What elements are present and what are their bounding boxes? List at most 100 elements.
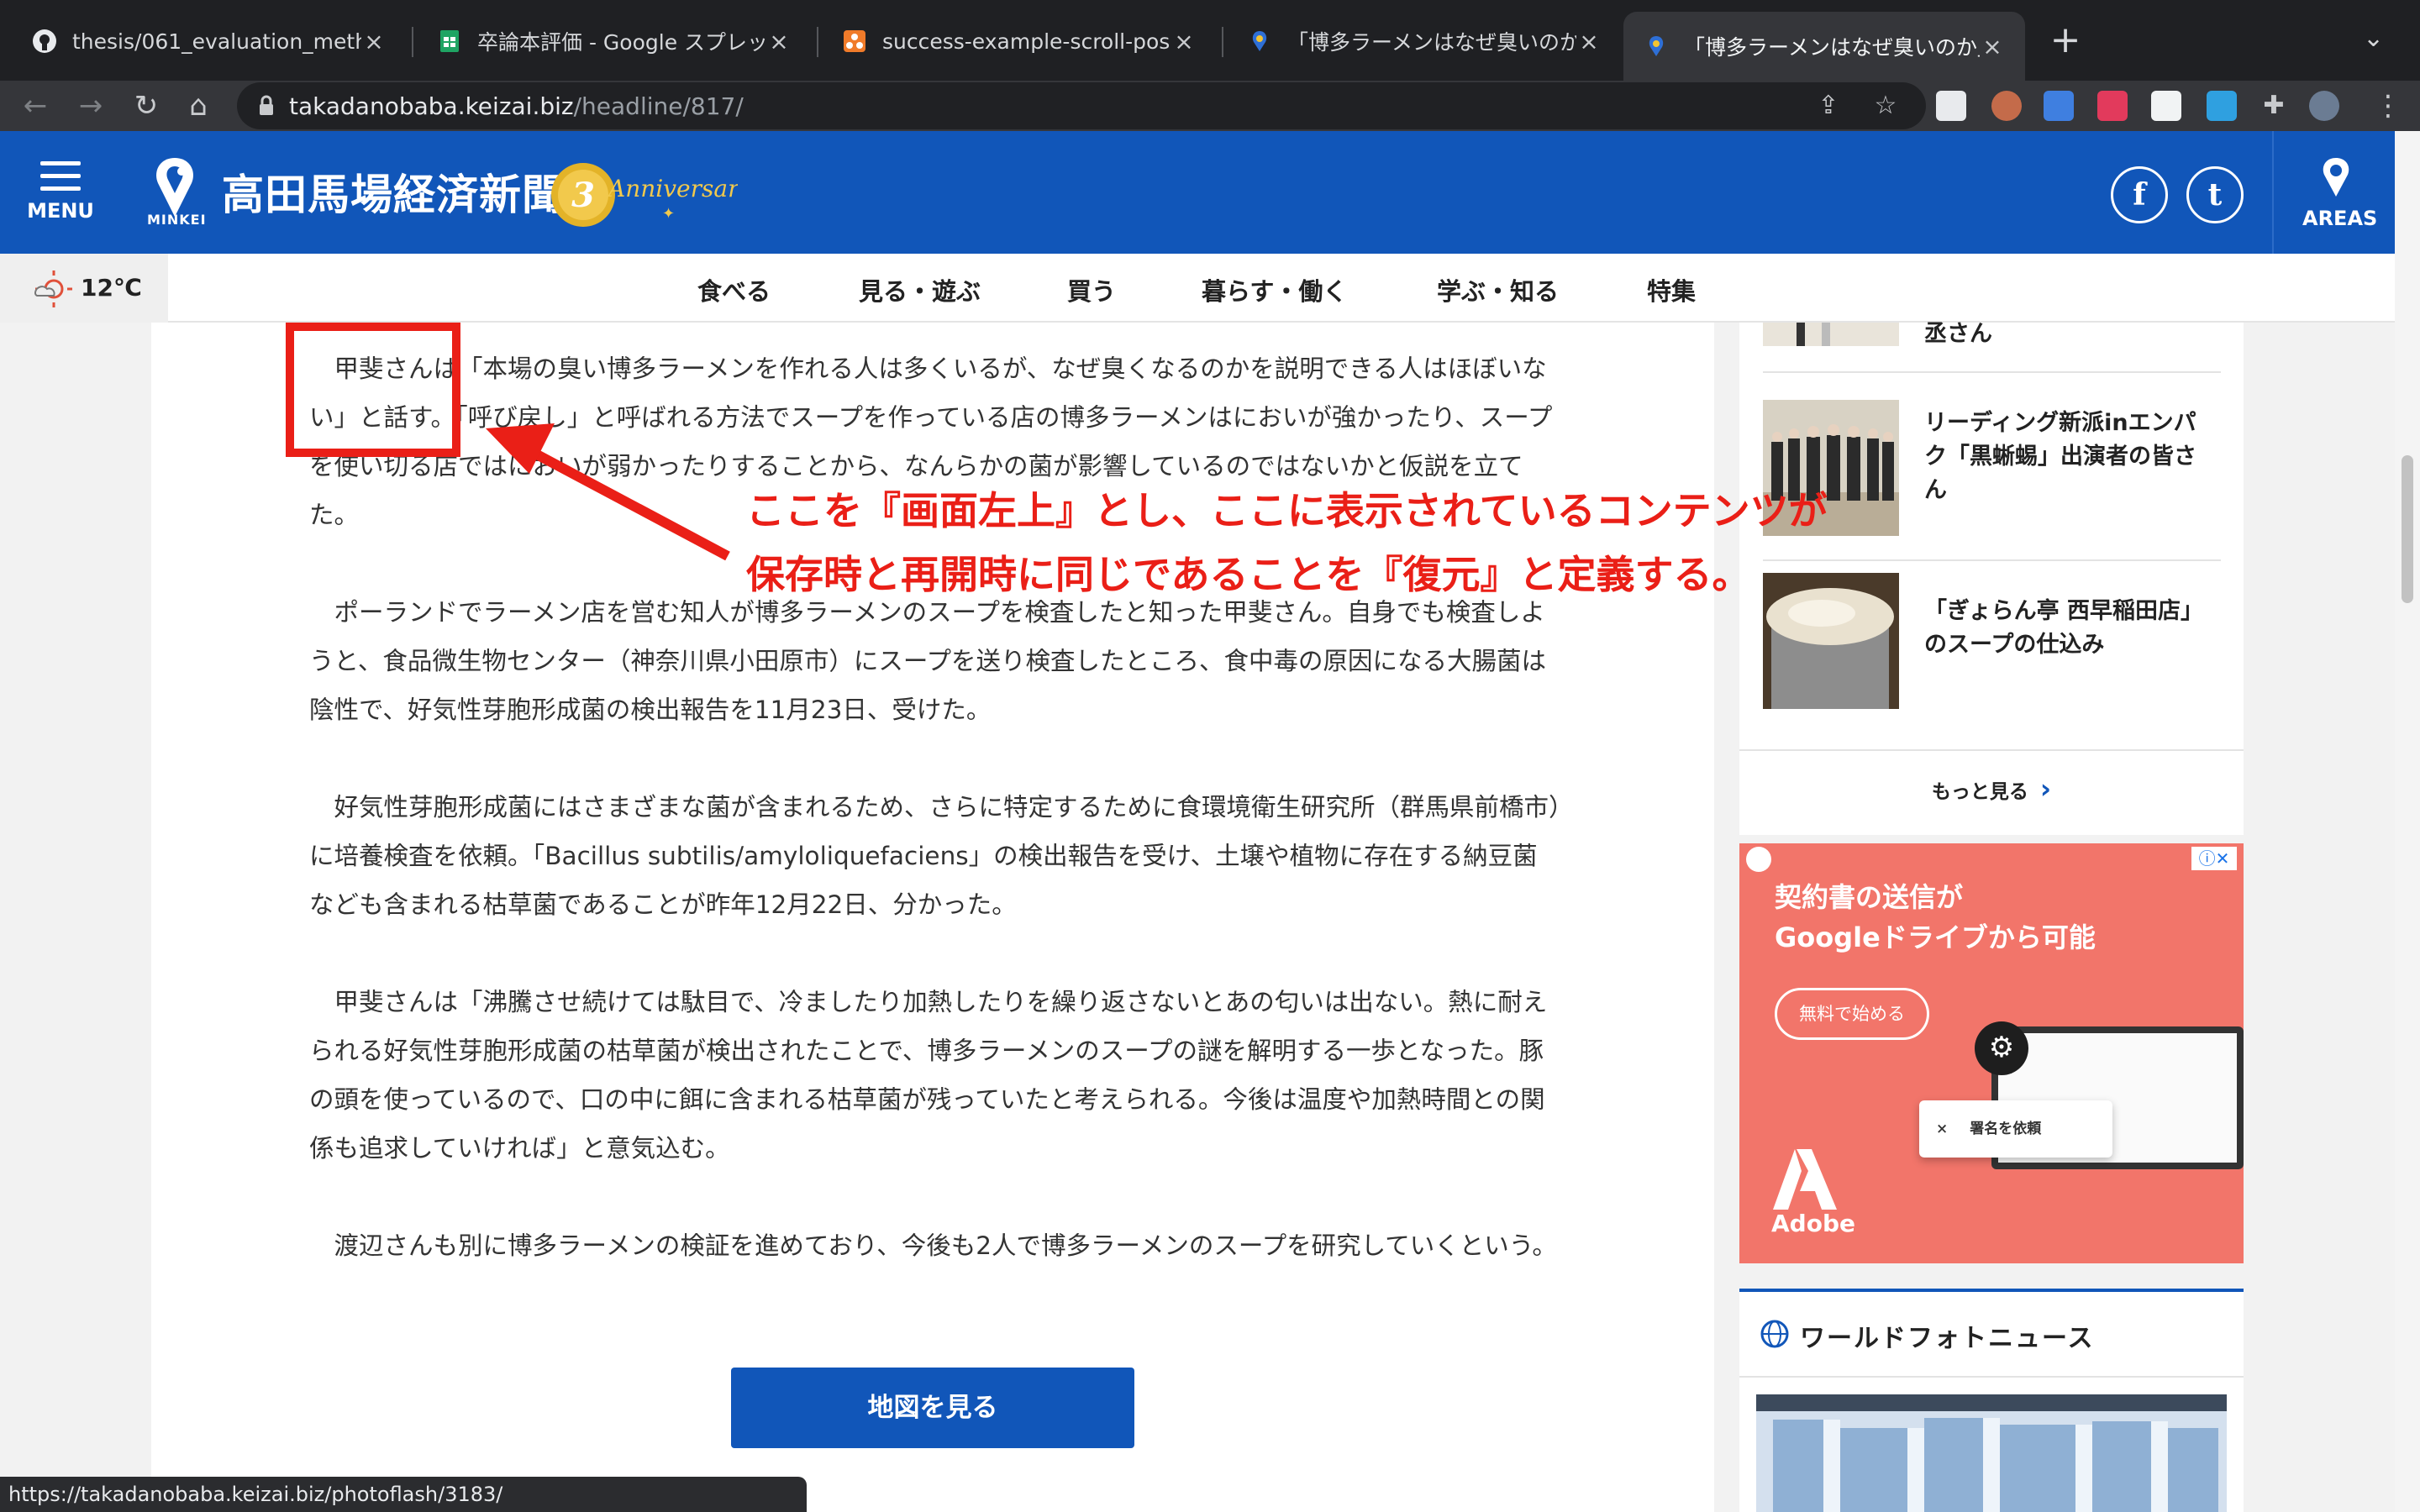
anniversary-badge: 3 Anniversary ✦	[551, 163, 738, 227]
app-icon	[842, 29, 867, 54]
menu-label: MENU	[27, 199, 94, 223]
browser-tab-active[interactable]: 「博多ラーメンはなぜ臭いのか」 ×	[1623, 12, 2025, 81]
close-icon[interactable]: ×	[1171, 28, 1197, 55]
nav-item-learn[interactable]: 学ぶ・知る	[1437, 272, 1559, 307]
chevron-right-icon: ›	[2039, 773, 2052, 805]
hamburger-icon	[25, 161, 96, 191]
globe-icon	[1760, 1320, 1789, 1348]
back-icon[interactable]: ←	[15, 86, 55, 126]
more-menu-icon[interactable]: ⋮	[2368, 86, 2408, 126]
advertisement[interactable]: ⓘ✕ 契約書の送信が Googleドライブから可能 無料で始める ⚙ × 署名を依頼…	[1739, 843, 2244, 1263]
github-icon	[32, 29, 57, 54]
header-divider	[2272, 131, 2274, 254]
nav-item-eat[interactable]: 食べる	[697, 272, 771, 307]
ad-info-close-icon[interactable]: ⓘ✕	[2191, 847, 2237, 870]
twitter-icon[interactable]: t	[2186, 166, 2244, 223]
tab-title: success-example-scroll-positi	[882, 29, 1171, 54]
section-title: ワールドフォトニュース	[1800, 1324, 2095, 1353]
news-photo[interactable]	[1756, 1394, 2227, 1512]
extension-icon[interactable]	[2097, 91, 2128, 121]
adobe-logo-icon	[1773, 1149, 1837, 1210]
world-photo-news: ワールドフォトニュース	[1739, 1289, 2244, 1512]
ad-brand: Adobe	[1771, 1210, 1855, 1237]
weather-widget: 12℃	[0, 254, 168, 323]
new-tab-button[interactable]: +	[2042, 18, 2089, 66]
ad-sign-label: 署名を依頼	[1970, 1121, 2042, 1137]
address-bar[interactable]: takadanobaba.keizai.biz/headline/817/ ⇪ …	[237, 82, 1926, 129]
svg-text:✦: ✦	[662, 205, 675, 223]
list-item[interactable]: リーディング新派inエンパク「黒蜥蜴」出演者の皆さん	[1763, 376, 2221, 561]
annotation-highlight-box	[286, 323, 460, 457]
home-icon[interactable]: ⌂	[178, 86, 218, 126]
minkei-icon	[1247, 29, 1272, 54]
areas-button[interactable]: AREAS	[2302, 156, 2378, 230]
browser-tab-bar: thesis/061_evaluation_method × 卒論本評価 - G…	[0, 0, 2420, 81]
ad-badge-icon	[1746, 847, 1771, 872]
page-scrollbar[interactable]	[2395, 131, 2420, 1512]
facebook-icon[interactable]: f	[2111, 166, 2168, 223]
forward-icon[interactable]: →	[71, 86, 111, 126]
svg-text:Anniversary: Anniversary	[606, 175, 738, 202]
nav-item-see-play[interactable]: 見る・遊ぶ	[859, 272, 981, 307]
scrollbar-thumb[interactable]	[2402, 455, 2413, 603]
tab-title: 「博多ラーメンはなぜ臭いのか」	[1287, 30, 1576, 55]
list-item-title: 「ぎょらん亭 西早稲田店」のスープの仕込み	[1924, 598, 2204, 658]
divider	[1739, 1376, 2244, 1378]
list-item[interactable]: 「ぎょらん亭 西早稲田店」のスープの仕込み	[1763, 566, 2221, 743]
reload-icon[interactable]: ↻	[126, 86, 166, 126]
more-label: もっと見る	[1931, 781, 2028, 803]
tab-search-icon[interactable]: ⌄	[2363, 24, 2384, 53]
list-item[interactable]: 丞さん	[1763, 321, 2221, 373]
nav-item-buy[interactable]: 買う	[1067, 272, 1116, 307]
signature-icon: ×	[1936, 1121, 1949, 1137]
close-icon[interactable]: ×	[1576, 28, 1602, 55]
browser-tab[interactable]: 「博多ラーメンはなぜ臭いのか」 ×	[1227, 12, 1622, 71]
annotation-line: ここを『画面左上』とし、ここに表示されているコンテンツが	[746, 488, 1828, 533]
extension-icon[interactable]	[2151, 91, 2181, 121]
close-icon[interactable]: ×	[361, 28, 387, 55]
photo-thumbnail	[1763, 323, 1899, 346]
ad-cta-button[interactable]: 無料で始める	[1775, 988, 1929, 1040]
list-item-title: 丞さん	[1924, 321, 1992, 347]
ad-headline-line: 契約書の送信が	[1775, 881, 1964, 913]
nav-item-live-work[interactable]: 暮らす・働く	[1202, 272, 1347, 307]
menu-button[interactable]: MENU	[25, 161, 96, 245]
minkei-icon	[1644, 34, 1669, 59]
url-path: /headline/817/	[573, 92, 744, 120]
category-nav: 12℃ 食べる 見る・遊ぶ 買う 暮らす・働く 学ぶ・知る 特集	[0, 254, 2395, 323]
logo-subtext: MINKEI	[147, 212, 207, 228]
browser-tab[interactable]: 卒論本評価 - Google スプレッドシ ×	[417, 12, 812, 71]
svg-text:3: 3	[571, 176, 595, 215]
extension-icon[interactable]	[2207, 91, 2237, 121]
location-pin-icon	[2323, 158, 2349, 197]
nav-item-features[interactable]: 特集	[1647, 272, 1696, 307]
browser-tab[interactable]: success-example-scroll-positi ×	[822, 12, 1217, 71]
close-icon[interactable]: ×	[1980, 33, 2005, 60]
more-link[interactable]: もっと見る ›	[1739, 749, 2244, 827]
ad-sign-card: × 署名を依頼	[1919, 1100, 2112, 1158]
tab-title: 「博多ラーメンはなぜ臭いのか」	[1684, 35, 1980, 60]
close-icon[interactable]: ×	[766, 28, 792, 55]
areas-label: AREAS	[2302, 207, 2378, 230]
tab-divider	[412, 27, 413, 57]
view-map-button[interactable]: 地図を見る	[731, 1368, 1134, 1448]
extension-icon[interactable]	[1936, 91, 1966, 121]
link-status-bar: https://takadanobaba.keizai.biz/photofla…	[0, 1477, 807, 1512]
bookmark-star-icon[interactable]: ☆	[1870, 91, 1901, 121]
tab-divider	[817, 27, 818, 57]
site-title[interactable]: 高田馬場経済新聞	[222, 161, 565, 222]
share-icon[interactable]: ⇪	[1813, 91, 1844, 121]
lock-icon	[260, 95, 273, 115]
browser-toolbar: ← → ↻ ⌂ takadanobaba.keizai.biz/headline…	[0, 81, 2420, 131]
article-paragraph: 甲斐さんは「沸騰させ続けては駄目で、冷ましたり加熱したりを繰り返さないとあの匂い…	[309, 988, 1548, 1163]
sheets-icon	[437, 29, 462, 54]
extension-icon[interactable]	[2044, 91, 2074, 121]
ad-headline-line: Googleドライブから可能	[1775, 921, 2096, 953]
profile-avatar[interactable]	[2309, 91, 2339, 121]
url-domain: takadanobaba.keizai.biz	[289, 92, 574, 120]
article-paragraph: ポーランドでラーメン店を営む知人が博多ラーメンのスープを検査したと知った甲斐さん…	[309, 598, 1547, 724]
extension-icon[interactable]	[1991, 91, 2022, 121]
puzzle-icon[interactable]: ✚	[2254, 86, 2294, 126]
browser-tab[interactable]: thesis/061_evaluation_method ×	[12, 12, 407, 71]
weather-sun-cloud-icon	[34, 270, 72, 307]
